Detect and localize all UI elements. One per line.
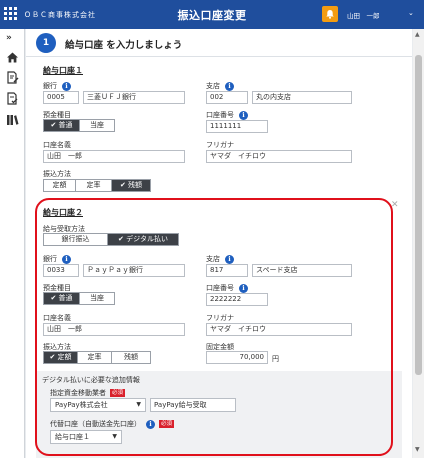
required-badge: 必須 bbox=[110, 389, 126, 397]
yen-unit: 円 bbox=[272, 355, 279, 363]
info-icon[interactable]: i bbox=[62, 254, 71, 264]
type-option-futsu[interactable]: 普通 bbox=[44, 120, 80, 131]
account1-branch-code[interactable]: 002 bbox=[206, 91, 248, 104]
document-edit-icon[interactable] bbox=[6, 71, 19, 84]
document-check-icon[interactable] bbox=[6, 92, 19, 105]
close-icon[interactable]: ✕ bbox=[391, 200, 399, 210]
account1-number-label: 口座番号 i bbox=[206, 110, 248, 120]
chevron-down-icon: ▼ bbox=[112, 433, 117, 440]
account1-method-toggle[interactable]: 定額 定率 残額 bbox=[43, 179, 151, 192]
account1-branch-label: 支店 i bbox=[206, 81, 234, 91]
info-icon[interactable]: i bbox=[62, 81, 71, 91]
provider-label: 指定資金移動業者 必須 bbox=[50, 389, 126, 397]
scrollbar[interactable]: ▲ ▼ bbox=[413, 29, 424, 458]
scroll-down-icon[interactable]: ▼ bbox=[415, 446, 420, 453]
fallback-select[interactable]: 給与口座１ ▼ bbox=[50, 430, 122, 444]
scroll-up-icon[interactable]: ▲ bbox=[415, 31, 420, 38]
account2-number-label: 口座番号 i bbox=[206, 283, 248, 293]
type-option-toza[interactable]: 当座 bbox=[80, 293, 114, 304]
account1-branch-name[interactable]: 丸の内支店 bbox=[252, 91, 352, 104]
account1-type-toggle[interactable]: 普通 当座 bbox=[43, 119, 115, 132]
sidebar: » bbox=[0, 29, 25, 458]
required-badge: 必須 bbox=[159, 420, 175, 428]
step-title: 給与口座 を入力しましょう bbox=[65, 40, 183, 51]
digital-extra-panel: デジタル払いに必要な追加情報 指定資金移動業者 必須 PayPay株式会社 ▼ Pa… bbox=[36, 371, 402, 458]
info-icon[interactable]: i bbox=[239, 110, 248, 120]
scrollbar-thumb[interactable] bbox=[415, 55, 422, 375]
account1-method-label: 振込方法 bbox=[43, 170, 71, 178]
bell-icon bbox=[326, 10, 334, 19]
account2-kana[interactable]: ヤマダ イチロウ bbox=[206, 323, 352, 336]
account1-title: 給与口座１ bbox=[43, 66, 83, 75]
method-option-remain[interactable]: 残額 bbox=[112, 180, 150, 191]
form-card: 1 給与口座 を入力しましょう 給与口座１ 銀行 i 0005 三菱ＵＦＪ銀行 支… bbox=[26, 29, 412, 458]
account2-holder-label: 口座名義 bbox=[43, 314, 71, 322]
account2-bank-label: 銀行 i bbox=[43, 254, 71, 264]
home-icon[interactable] bbox=[6, 51, 19, 64]
method-option-remain[interactable]: 残額 bbox=[112, 352, 150, 363]
receive-option-digital[interactable]: デジタル払い bbox=[108, 234, 178, 245]
account2-title: 給与口座２ bbox=[43, 208, 83, 217]
info-icon[interactable]: i bbox=[225, 81, 234, 91]
method-option-fixed[interactable]: 定額 bbox=[44, 180, 76, 191]
account1-bank-name[interactable]: 三菱ＵＦＪ銀行 bbox=[83, 91, 185, 104]
method-option-rate[interactable]: 定率 bbox=[78, 352, 112, 363]
provider-service[interactable]: PayPay給与受取 bbox=[150, 398, 236, 412]
info-icon[interactable]: i bbox=[225, 254, 234, 264]
digital-heading: デジタル払いに必要な追加情報 bbox=[42, 376, 140, 384]
provider-select[interactable]: PayPay株式会社 ▼ bbox=[50, 398, 146, 412]
fallback-select-value: 給与口座１ bbox=[55, 433, 90, 441]
type-option-toza[interactable]: 当座 bbox=[80, 120, 114, 131]
books-icon[interactable] bbox=[6, 113, 19, 126]
account2-receive-toggle[interactable]: 銀行振込 デジタル払い bbox=[43, 233, 179, 246]
account2-branch-code[interactable]: 817 bbox=[206, 264, 248, 277]
account1-bank-code[interactable]: 0005 bbox=[43, 91, 79, 104]
account2-kana-label: フリガナ bbox=[206, 314, 234, 322]
info-icon[interactable]: i bbox=[239, 283, 248, 293]
provider-select-value: PayPay株式会社 bbox=[55, 401, 108, 409]
account1-holder[interactable]: 山田 一郎 bbox=[43, 150, 185, 163]
user-name[interactable]: 山田 一郎 bbox=[347, 10, 380, 20]
account2-bank-name[interactable]: ＰａｙＰａｙ銀行 bbox=[83, 264, 185, 277]
method-option-rate[interactable]: 定率 bbox=[76, 180, 112, 191]
method-option-fixed[interactable]: 定額 bbox=[44, 352, 78, 363]
account2-method-toggle[interactable]: 定額 定率 残額 bbox=[43, 351, 151, 364]
account1-bank-label: 銀行 i bbox=[43, 81, 71, 91]
account1-holder-label: 口座名義 bbox=[43, 141, 71, 149]
chevron-down-icon: ▼ bbox=[136, 401, 141, 408]
account2-holder[interactable]: 山田 一郎 bbox=[43, 323, 185, 336]
account2-bank-code[interactable]: 0033 bbox=[43, 264, 79, 277]
account1-kana-label: フリガナ bbox=[206, 141, 234, 149]
type-option-futsu[interactable]: 普通 bbox=[44, 293, 80, 304]
fallback-label: 代替口座（自動送金先口座） i 必須 bbox=[50, 419, 175, 429]
account2-type-toggle[interactable]: 普通 当座 bbox=[43, 292, 115, 305]
account1-number[interactable]: 1111111 bbox=[206, 120, 268, 133]
account2-number[interactable]: 2222222 bbox=[206, 293, 268, 306]
info-icon[interactable]: i bbox=[146, 419, 155, 429]
account1-kana[interactable]: ヤマダ イチロウ bbox=[206, 150, 352, 163]
step-number: 1 bbox=[36, 33, 56, 53]
top-header: ＯＢＣ商事株式会社 振込口座変更 山田 一郎 ⌄ bbox=[0, 0, 424, 29]
notification-button[interactable] bbox=[322, 6, 338, 22]
account2-branch-name[interactable]: スペード支店 bbox=[252, 264, 352, 277]
expand-icon[interactable]: » bbox=[6, 33, 19, 46]
receive-option-bank[interactable]: 銀行振込 bbox=[44, 234, 108, 245]
account2-branch-label: 支店 i bbox=[206, 254, 234, 264]
fixed-amount-input[interactable]: 70,000 bbox=[206, 351, 268, 364]
chevron-down-icon[interactable]: ⌄ bbox=[408, 9, 414, 17]
step-header: 1 給与口座 を入力しましょう bbox=[26, 29, 412, 57]
